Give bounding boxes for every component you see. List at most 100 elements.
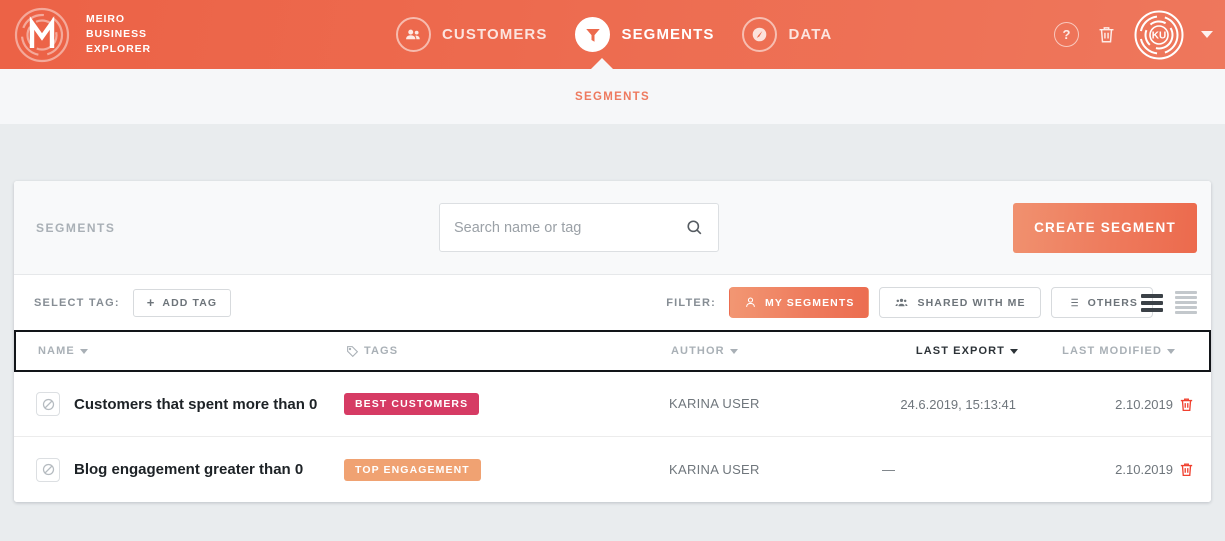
segments-card: SEGMENTS CREATE SEGMENT SELECT TAG: + AD… — [14, 181, 1211, 502]
chevron-down-icon[interactable] — [1201, 31, 1213, 38]
filter-bar: SELECT TAG: + ADD TAG FILTER: MY SEGMENT… — [14, 275, 1211, 330]
nav-label-data: DATA — [788, 26, 833, 43]
last-modified-value: 2.10.2019 — [1115, 462, 1173, 477]
view-bar — [1141, 300, 1163, 305]
add-tag-label: ADD TAG — [162, 296, 218, 309]
view-bar — [1175, 291, 1197, 294]
funnel-filter-icon — [575, 17, 611, 52]
top-navigation-bar: MEIRO BUSINESS EXPLORER CUSTOMERS SEGMEN… — [0, 0, 1225, 69]
column-header-last-modified[interactable]: LAST MODIFIED — [1018, 345, 1175, 357]
breadcrumb[interactable]: SEGMENTS — [575, 91, 650, 103]
brand-line-3: EXPLORER — [86, 43, 151, 55]
breadcrumb-strip: SEGMENTS — [0, 69, 1225, 124]
row-actions-cell — [1173, 395, 1211, 414]
nav-item-customers[interactable]: CUSTOMERS — [396, 17, 547, 52]
list-icon — [1068, 298, 1078, 307]
meiro-logo-icon — [14, 7, 70, 62]
last-export-value: 24.6.2019, 15:13:41 — [900, 396, 1016, 412]
select-tag-label: SELECT TAG: — [34, 296, 120, 309]
nav-item-data[interactable]: DATA — [742, 17, 832, 52]
tag-badge[interactable]: TOP ENGAGEMENT — [344, 458, 481, 481]
column-header-tags[interactable]: TAGS — [346, 345, 671, 358]
row-name-cell: Customers that spent more than 0 — [14, 392, 344, 416]
delete-row-button[interactable] — [1178, 395, 1195, 414]
main-nav: CUSTOMERS SEGMENTS DATA — [396, 0, 832, 69]
avatar[interactable]: KU — [1134, 10, 1184, 60]
row-last-export-cell: 24.6.2019, 15:13:41 — [864, 397, 1016, 412]
last-modified-value: 2.10.2019 — [1115, 396, 1173, 412]
filter-label: FILTER: — [666, 296, 716, 309]
sort-caret-icon — [1167, 348, 1175, 354]
page-body: SEGMENTS CREATE SEGMENT SELECT TAG: + AD… — [0, 181, 1225, 502]
table-row[interactable]: Blog engagement greater than 0 TOP ENGAG… — [14, 437, 1211, 502]
filter-my-segments[interactable]: MY SEGMENTS — [728, 287, 870, 318]
table-header-row: NAME TAGS AUTHOR LAST EXPORT LAST MODIFI… — [14, 330, 1211, 372]
plus-icon: + — [146, 295, 156, 310]
view-bar — [1141, 307, 1163, 312]
row-last-modified-cell: 2.10.2019 — [1016, 397, 1173, 412]
segment-disabled-icon — [36, 457, 60, 482]
row-name-cell: Blog engagement greater than 0 — [14, 457, 344, 482]
view-bar — [1175, 306, 1197, 309]
help-icon[interactable]: ? — [1054, 22, 1079, 47]
segment-name[interactable]: Blog engagement greater than 0 — [74, 461, 303, 478]
header-actions: ? KU — [1054, 0, 1213, 69]
active-tab-pointer — [591, 58, 613, 69]
filter-others-label: OTHERS — [1087, 296, 1138, 309]
column-header-tags-label: TAGS — [364, 345, 399, 357]
author-value: KARINA USER — [669, 396, 760, 411]
delete-row-button[interactable] — [1178, 460, 1195, 479]
search-icon[interactable] — [685, 218, 704, 237]
row-author-cell: KARINA USER — [669, 395, 864, 413]
filter-my-segments-label: MY SEGMENTS — [764, 296, 855, 309]
view-toggle-group — [1141, 291, 1197, 314]
nav-label-segments: SEGMENTS — [621, 26, 715, 43]
row-tags-cell: TOP ENGAGEMENT — [344, 458, 669, 481]
column-header-last-modified-label: LAST MODIFIED — [1062, 345, 1162, 357]
nav-label-customers: CUSTOMERS — [442, 26, 548, 43]
user-icon — [746, 297, 755, 307]
sort-caret-icon — [79, 348, 88, 354]
segment-name[interactable]: Customers that spent more than 0 — [74, 396, 317, 413]
tag-icon — [347, 345, 359, 357]
compact-view-toggle[interactable] — [1175, 291, 1197, 314]
column-header-last-export[interactable]: LAST EXPORT — [866, 345, 1018, 357]
row-last-modified-cell: 2.10.2019 — [1016, 462, 1173, 477]
column-header-name[interactable]: NAME — [16, 345, 346, 357]
column-header-last-export-label: LAST EXPORT — [915, 345, 1005, 357]
tag-badge[interactable]: BEST CUSTOMERS — [344, 393, 480, 415]
users-icon — [896, 298, 908, 307]
column-header-name-label: NAME — [38, 345, 75, 357]
page-title: SEGMENTS — [36, 220, 116, 235]
row-actions-cell — [1173, 460, 1211, 479]
filter-others[interactable]: OTHERS — [1050, 287, 1153, 318]
filter-button-group: FILTER: MY SEGMENTS SHARED WITH ME OTHER… — [666, 287, 1153, 318]
filter-shared-with-me[interactable]: SHARED WITH ME — [879, 287, 1041, 318]
comfortable-view-toggle[interactable] — [1141, 293, 1163, 312]
create-segment-button[interactable]: CREATE SEGMENT — [1013, 202, 1197, 253]
row-last-export-cell: — — [864, 462, 1016, 477]
card-header: SEGMENTS CREATE SEGMENT — [14, 181, 1211, 275]
avatar-initials: KU — [1152, 30, 1166, 41]
segment-disabled-icon — [36, 392, 60, 416]
trash-icon[interactable] — [1096, 23, 1117, 46]
column-header-author-label: AUTHOR — [671, 345, 725, 357]
view-bar — [1175, 296, 1197, 299]
table-row[interactable]: Customers that spent more than 0 BEST CU… — [14, 372, 1211, 437]
gauge-meter-icon — [742, 17, 778, 52]
add-tag-button[interactable]: + ADD TAG — [132, 288, 232, 317]
customers-group-icon — [396, 17, 431, 52]
view-bar — [1141, 293, 1163, 298]
brand-line-1: MEIRO — [86, 13, 125, 25]
last-export-value: — — [882, 462, 895, 477]
nav-item-segments[interactable]: SEGMENTS — [575, 17, 714, 52]
view-bar — [1175, 311, 1197, 314]
search-box[interactable] — [439, 203, 719, 252]
brand-logo-block[interactable]: MEIRO BUSINESS EXPLORER — [0, 7, 151, 63]
brand-wordmark: MEIRO BUSINESS EXPLORER — [86, 12, 151, 57]
column-header-author[interactable]: AUTHOR — [671, 345, 866, 357]
search-input[interactable] — [454, 219, 685, 236]
avatar-logo-icon: KU — [1134, 10, 1184, 59]
view-bar — [1175, 301, 1197, 304]
sort-caret-icon — [729, 348, 738, 354]
